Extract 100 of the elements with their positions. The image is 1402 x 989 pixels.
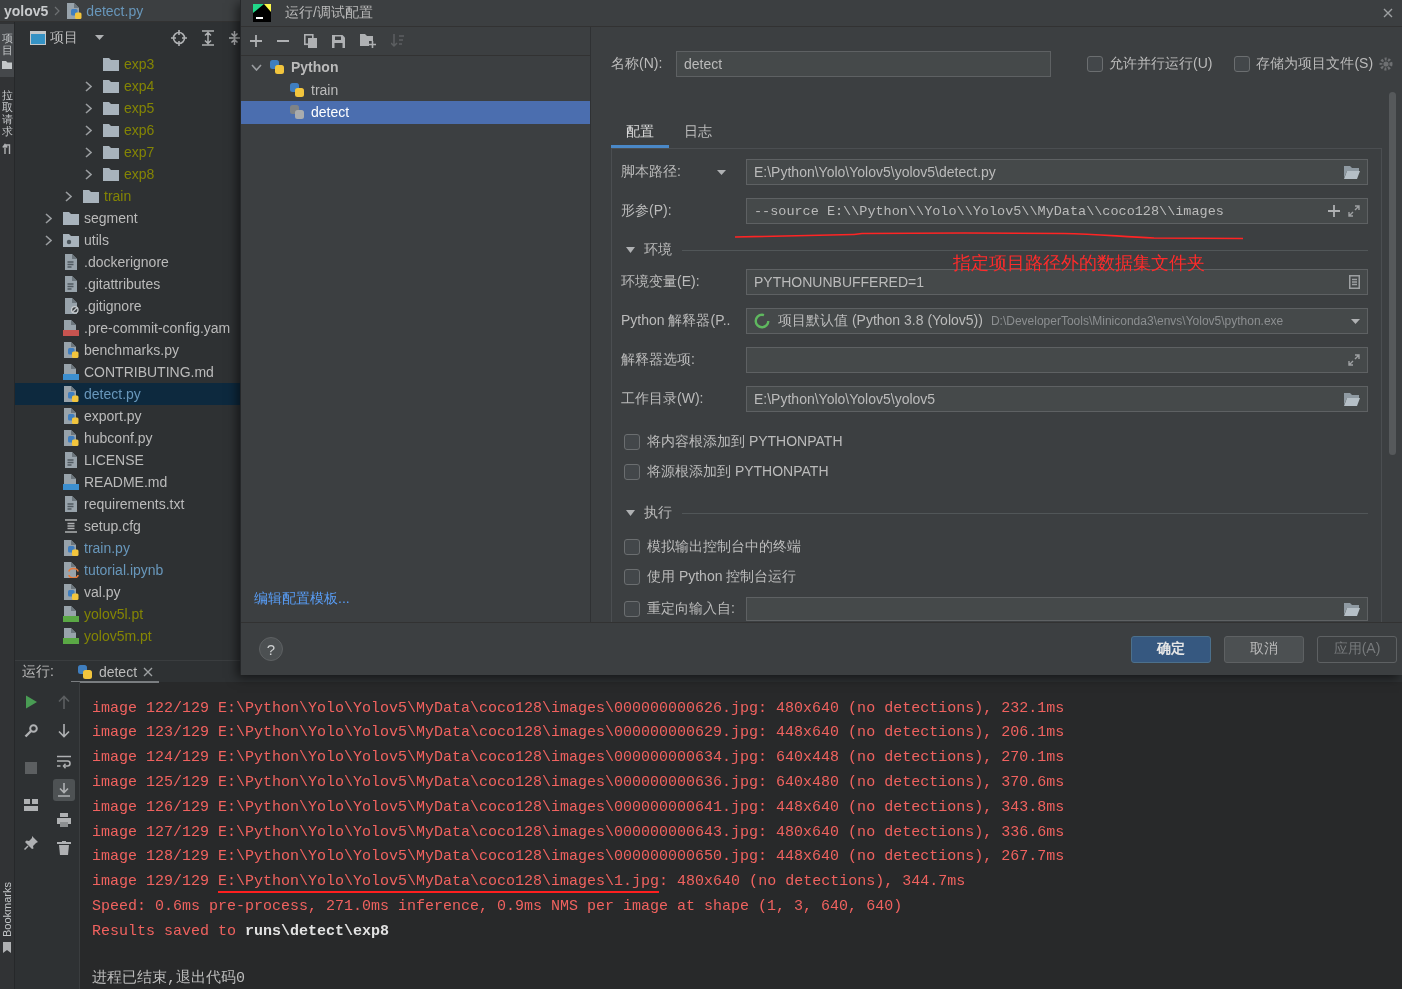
breadcrumb-item[interactable]: yolov5 [4, 2, 49, 19]
tree-item[interactable]: train [15, 185, 240, 207]
view-selector[interactable]: 项目 [30, 28, 104, 47]
chevron-right-icon[interactable] [44, 234, 52, 246]
folder-icon[interactable] [1344, 602, 1360, 616]
checkbox[interactable] [1234, 56, 1251, 72]
checkbox[interactable] [624, 539, 640, 555]
tree-item[interactable]: segment [15, 207, 240, 229]
tree-item[interactable]: .pre-commit-config.yam [15, 317, 240, 339]
chevron-right-icon[interactable] [84, 102, 92, 114]
interpreter-dropdown[interactable]: 项目默认值 (Python 3.8 (Yolov5)) D:\DeveloperTools\Miniconda3\envs\Yolov5\python.exe [746, 308, 1368, 334]
chevron-right-icon[interactable] [84, 168, 92, 180]
tree-item[interactable]: setup.cfg [15, 515, 240, 537]
run-tab[interactable]: detect [70, 660, 160, 683]
chevron-right-icon[interactable] [84, 80, 92, 92]
pin-icon[interactable] [24, 836, 38, 850]
caret-down-icon[interactable] [1351, 318, 1360, 324]
tree-item[interactable]: yolov5l.pt [15, 603, 240, 625]
arguments-field[interactable]: --source E:\\Python\\Yolo\\Yolov5\\MyData\\coco128\\images [746, 198, 1368, 224]
config-tree-item[interactable]: Python [241, 56, 590, 79]
edit-templates-link[interactable]: 编辑配置模板... [254, 590, 350, 608]
tree-item[interactable]: .dockerignore [15, 251, 240, 273]
copy-icon[interactable] [304, 34, 317, 48]
soft-wrap-icon[interactable] [56, 755, 71, 769]
trash-icon[interactable] [56, 841, 71, 855]
tree-item[interactable]: train.py [15, 537, 240, 559]
checkbox[interactable] [624, 601, 640, 617]
new-folder-icon[interactable] [360, 34, 376, 48]
triangle-down-icon[interactable] [626, 247, 635, 253]
tree-item[interactable]: benchmarks.py [15, 339, 240, 361]
checkbox-label[interactable]: 存储为项目文件(S) [1256, 55, 1374, 73]
expand-all-icon[interactable] [201, 29, 215, 46]
arrow-down-icon[interactable] [56, 724, 71, 738]
path-field[interactable]: E:\Python\Yolo\Yolov5\yolov5 [746, 386, 1368, 412]
tree-item[interactable]: hubconf.py [15, 427, 240, 449]
tree-item[interactable]: README.md [15, 471, 240, 493]
checkbox[interactable] [1087, 56, 1103, 72]
checkbox-label[interactable]: 允许并行运行(U) [1109, 55, 1213, 73]
section-toggle[interactable]: 执行 [626, 504, 672, 522]
checkbox-label[interactable]: 模拟输出控制台中的终端 [647, 538, 801, 556]
plus-icon[interactable] [1328, 205, 1340, 217]
crosshair-icon[interactable] [171, 29, 187, 46]
tool-window-tab[interactable]: 项目 [0, 24, 14, 78]
checkbox[interactable] [624, 434, 640, 450]
layout-icon[interactable] [24, 798, 38, 812]
tree-item[interactable]: exp5 [15, 97, 240, 119]
tree-item[interactable]: val.py [15, 581, 240, 603]
tree-item[interactable]: yolov5m.pt [15, 625, 240, 647]
dropdown-caret-icon[interactable] [717, 169, 726, 175]
chevron-right-icon[interactable] [64, 190, 72, 202]
play-icon[interactable] [24, 695, 38, 709]
tree-item[interactable]: .gitignore [15, 295, 240, 317]
tree-item[interactable]: CONTRIBUTING.md [15, 361, 240, 383]
tree-item[interactable]: export.py [15, 405, 240, 427]
triangle-down-icon[interactable] [626, 510, 635, 516]
breadcrumb-item[interactable]: detect.py [66, 2, 144, 19]
tree-item[interactable]: .gitattributes [15, 273, 240, 295]
scrollbar-thumb[interactable] [1389, 92, 1396, 455]
section-toggle[interactable]: 环境 [626, 241, 672, 259]
path-field[interactable] [746, 597, 1368, 621]
folder-icon[interactable] [1344, 392, 1360, 406]
tool-window-tab[interactable]: Bookmarks [0, 873, 14, 961]
chevron-right-icon[interactable] [84, 124, 92, 136]
dialog-button[interactable]: 取消 [1224, 635, 1304, 663]
tree-item[interactable]: LICENSE [15, 449, 240, 471]
tree-item[interactable]: exp7 [15, 141, 240, 163]
tool-window-tab[interactable]: 拉取请求 [0, 81, 14, 162]
chevron-down-icon[interactable] [250, 63, 262, 71]
dialog-tab[interactable]: 配置 [611, 117, 669, 148]
expand-icon[interactable] [1348, 354, 1360, 366]
wrench-icon[interactable] [24, 724, 38, 738]
tree-item[interactable]: exp8 [15, 163, 240, 185]
tree-item[interactable]: requirements.txt [15, 493, 240, 515]
close-icon[interactable] [1383, 8, 1393, 18]
folder-icon[interactable] [1344, 165, 1360, 179]
tree-item[interactable]: detect.py [15, 383, 240, 405]
tree-item[interactable]: exp4 [15, 75, 240, 97]
scroll-to-end-icon[interactable] [52, 779, 75, 801]
config-tree-item[interactable]: train [241, 78, 590, 101]
plus-icon[interactable] [250, 35, 262, 47]
tree-item[interactable]: tutorial.ipynb [15, 559, 240, 581]
dialog-tab[interactable]: 日志 [669, 117, 727, 148]
help-button[interactable]: ? [259, 637, 283, 661]
collapse-all-icon[interactable] [229, 29, 240, 46]
checkbox-label[interactable]: 重定向输入自: [647, 600, 735, 618]
expand-icon[interactable] [1348, 205, 1360, 217]
config-tree-item[interactable]: detect [241, 101, 590, 124]
checkbox[interactable] [624, 569, 640, 585]
printer-icon[interactable] [56, 813, 71, 827]
primary-button[interactable]: 确定 [1131, 635, 1211, 663]
tree-item[interactable]: exp3 [15, 53, 240, 75]
checkbox-label[interactable]: 将源根添加到 PYTHONPATH [647, 463, 829, 481]
checkbox[interactable] [624, 464, 640, 480]
close-icon[interactable] [143, 666, 154, 677]
save-icon[interactable] [332, 34, 345, 48]
path-field[interactable]: E:\Python\Yolo\Yolov5\yolov5\detect.py [746, 159, 1368, 185]
tree-item[interactable]: exp6 [15, 119, 240, 141]
checkbox-label[interactable]: 使用 Python 控制台运行 [647, 568, 797, 586]
tree-item[interactable]: utils [15, 229, 240, 251]
text-field[interactable] [746, 347, 1368, 373]
